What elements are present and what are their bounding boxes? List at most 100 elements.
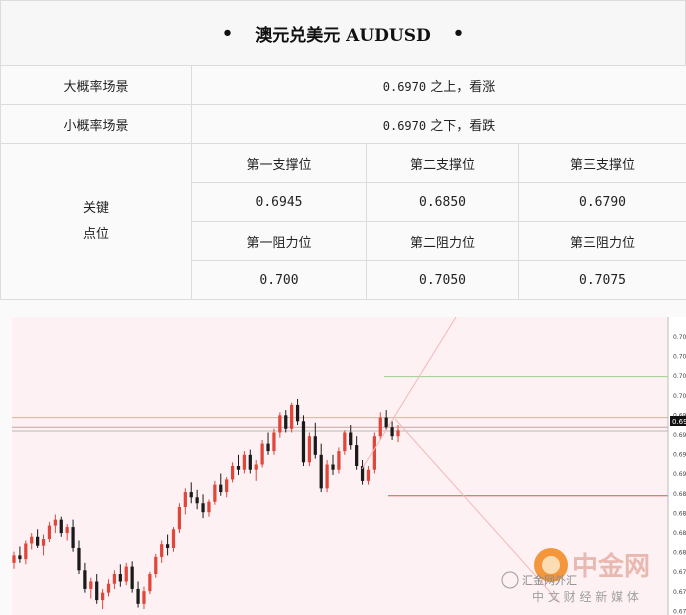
- candle-body: [295, 404, 300, 422]
- candle-body: [89, 581, 93, 589]
- candle-body: [207, 501, 211, 513]
- candle-body: [100, 592, 105, 601]
- support-header: 第三支撑位: [517, 143, 686, 183]
- scenario-level: 0.6970: [382, 118, 427, 133]
- candle-body: [148, 574, 152, 592]
- candle-body: [124, 566, 128, 582]
- candle-body: [390, 427, 394, 437]
- scenario-value: 0.6970 之下，看跌: [190, 104, 686, 144]
- candle-body: [278, 415, 282, 433]
- support-value: 0.6850: [366, 182, 519, 222]
- resistance-value: 0.700: [191, 260, 367, 300]
- price-chart: 0.70 0.70 0.70 0.70 0.69 0.69 0.69 0.69 0.68 0.68…: [0, 303, 686, 615]
- candle-body: [254, 464, 258, 470]
- candle-body: [236, 466, 241, 470]
- candle-body: [384, 417, 388, 428]
- candle: [290, 402, 294, 433]
- candle-body: [284, 415, 288, 429]
- candle-body: [24, 543, 28, 560]
- candle-body: [213, 484, 217, 502]
- resistance-header: 第一阻力位: [191, 221, 367, 261]
- candle-body: [59, 519, 63, 534]
- candle-body: [301, 421, 306, 463]
- candle-body: [290, 404, 294, 429]
- candle-body: [219, 484, 223, 493]
- candle-body: [171, 529, 176, 548]
- scenario-text: 之上，看涨: [430, 79, 496, 95]
- scenario-row-major: 大概率场景 0.6970 之上，看涨: [0, 65, 686, 105]
- support-header-row: 关键 点位 第一支撑位 第二支撑位 第三支撑位: [0, 143, 686, 300]
- candle-body: [396, 430, 400, 437]
- price-axis-tick-label: 0.70: [673, 373, 686, 380]
- scenario-label: 大概率场景: [0, 65, 192, 105]
- candle-body: [343, 432, 347, 452]
- watermark-handle: 汇金网外汇: [522, 573, 577, 587]
- candle: [372, 432, 376, 474]
- scenario-text: 之下，看跌: [430, 118, 496, 134]
- price-axis-tick-label: 0.70: [673, 393, 686, 400]
- scenario-level: 0.6970: [382, 79, 427, 94]
- price-axis-tick-label: 0.67: [673, 589, 686, 596]
- candle-body: [260, 443, 264, 465]
- price-axis-tick-label: 0.68: [673, 550, 686, 557]
- candle-body: [272, 432, 276, 452]
- candle-body: [142, 591, 146, 604]
- logo-icon-inner: [542, 556, 560, 574]
- candle-body: [154, 556, 158, 575]
- candle-body: [30, 536, 34, 544]
- candle-body: [160, 544, 164, 557]
- price-axis-tick-label: 0.67: [673, 608, 686, 615]
- candle-body: [136, 588, 140, 604]
- candle: [272, 428, 276, 455]
- candle-body: [266, 443, 270, 452]
- candle: [337, 447, 341, 474]
- support-header: 第一支撑位: [191, 143, 367, 183]
- price-axis-tick-label: 0.70: [673, 354, 686, 361]
- support-value: 0.6945: [191, 182, 367, 222]
- candle-body: [372, 436, 376, 470]
- candle: [260, 439, 264, 468]
- candle-body: [189, 492, 193, 498]
- resistance-header: 第三阻力位: [517, 221, 686, 261]
- candle-body: [195, 497, 199, 504]
- candle-body: [65, 527, 69, 534]
- candle-body: [165, 544, 170, 548]
- candle-body: [248, 454, 252, 470]
- key-levels-label: 关键 点位: [0, 143, 192, 300]
- scenario-table: 大概率场景 0.6970 之上，看涨 小概率场景 0.6970 之下，看跌 关键…: [0, 65, 686, 300]
- candle: [148, 571, 152, 595]
- candlestick-chart: 0.70 0.70 0.70 0.70 0.69 0.69 0.69 0.69 0.68 0.68…: [12, 316, 686, 615]
- page: • 澳元兑美元 AUDUSD • 大概率场景 0.6970 之上，看涨 小概率场…: [0, 0, 686, 615]
- candle: [325, 460, 329, 493]
- candle-body: [366, 469, 371, 481]
- key-levels-label-line2: 点位: [82, 226, 109, 242]
- page-title: • 澳元兑美元 AUDUSD •: [0, 0, 686, 66]
- watermark-logo-text: 中金网: [572, 551, 650, 582]
- candle-body: [225, 479, 229, 493]
- price-axis-tick-label: 0.69: [673, 432, 686, 439]
- candle-body: [118, 574, 122, 582]
- candle-body: [106, 583, 111, 593]
- title-bullet-left: •: [221, 22, 234, 44]
- candle-body: [349, 432, 353, 446]
- watermark-subtitle: 中 文 财 经 新 媒 体: [532, 589, 639, 604]
- candle-body: [95, 581, 99, 601]
- title-bullet-right: •: [452, 22, 465, 44]
- candle-body: [325, 464, 329, 489]
- candle-body: [12, 555, 16, 563]
- title-text: 澳元兑美元 AUDUSD: [255, 25, 431, 46]
- candle-body: [18, 555, 22, 560]
- price-axis-labels: 0.70 0.70 0.70 0.70 0.69 0.69 0.69 0.69 0.68 0.68…: [673, 334, 686, 615]
- candle-body: [177, 506, 182, 530]
- resistance-value: 0.7075: [517, 260, 686, 300]
- candle-body: [71, 527, 75, 548]
- candle-body: [355, 445, 359, 466]
- key-levels-label-line1: 关键: [82, 200, 109, 216]
- price-axis-tick-label: 0.68: [673, 530, 686, 537]
- candle-body: [183, 492, 187, 507]
- price-axis-tick-label: 0.68: [673, 510, 686, 517]
- candle-body: [378, 417, 382, 437]
- candle-body: [201, 503, 205, 513]
- price-axis-tick-label: 0.70: [673, 334, 686, 341]
- scenario-value: 0.6970 之上，看涨: [190, 65, 686, 105]
